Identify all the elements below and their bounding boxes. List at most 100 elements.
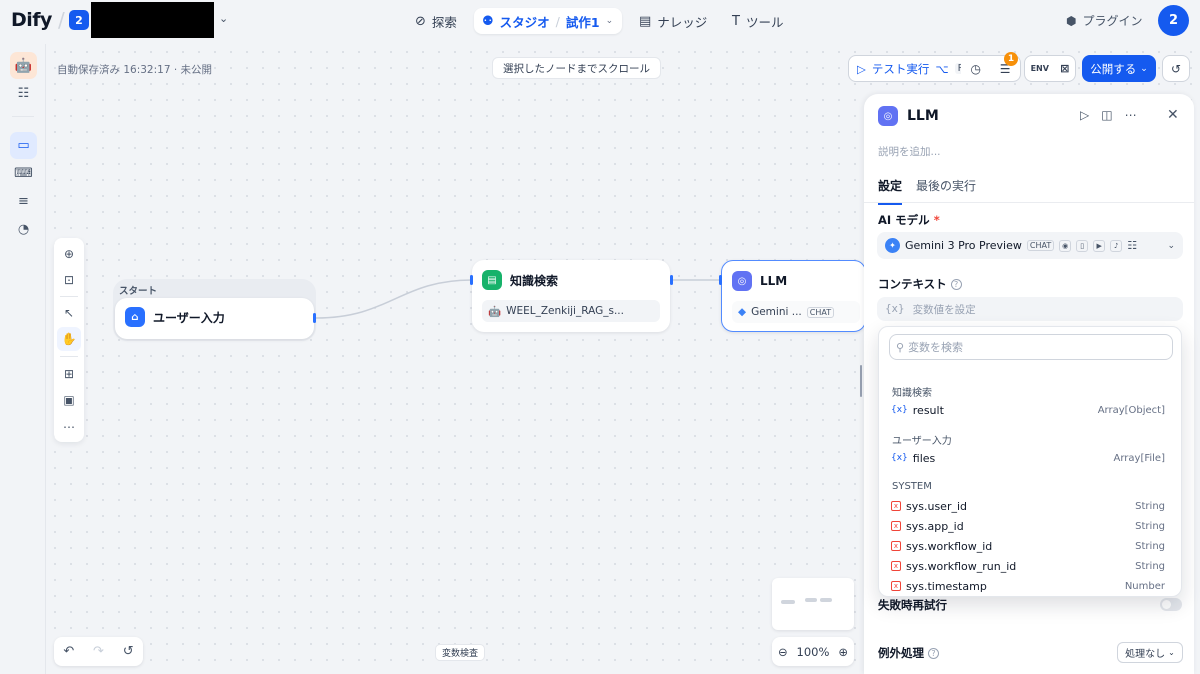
var-group-label: SYSTEM [892, 481, 932, 492]
var-option[interactable]: {x} result Array[Object] [891, 401, 1165, 419]
var-option[interactable]: x sys.timestamp Number [891, 577, 1165, 595]
start-output-handle[interactable] [313, 313, 316, 323]
gemini-icon: ✦ [885, 238, 900, 253]
context-variable-input[interactable]: {x} 変数値を設定 [877, 297, 1183, 321]
llm-node[interactable]: ◎ LLM ◆ Gemini ... CHAT [721, 260, 866, 332]
system-variable-icon: x [891, 561, 901, 571]
context-label-text: コンテキスト [878, 277, 947, 291]
panel-divider [864, 202, 1194, 203]
redo-icon[interactable]: ↷ [93, 644, 104, 659]
exception-value: 処理なし [1125, 649, 1166, 660]
model-name: Gemini 3 Pro Preview [905, 239, 1022, 252]
undo-redo-control: ↶ ↷ ↺ [54, 637, 143, 666]
knowledge-retrieval-node[interactable]: ▤ 知識検索 🤖 WEEL_Zenkiji_RAG_s... [472, 260, 670, 332]
required-mark: * [933, 213, 940, 227]
node-title: ◎ LLM [732, 271, 787, 291]
var-group-label: 知識検索 [892, 388, 932, 399]
zoom-level[interactable]: 100% [797, 645, 830, 659]
context-placeholder: 変数値を設定 [912, 303, 976, 316]
history-icon[interactable]: ↺ [123, 644, 134, 659]
start-node[interactable]: ⌂ ユーザー入力 [115, 298, 314, 339]
dataset-icon: 🤖 [488, 305, 502, 318]
dataset-name: WEEL_Zenkiji_RAG_s... [506, 305, 624, 317]
minimap-node [820, 598, 832, 602]
brain-icon: ◎ [878, 106, 898, 126]
zoom-control: ⊖ 100% ⊕ [772, 637, 854, 666]
model-chip: ◆ Gemini ... CHAT [732, 301, 860, 323]
help-icon[interactable]: ? [928, 647, 939, 659]
var-type: Array[File] [1113, 452, 1165, 464]
chat-chip: CHAT [806, 306, 835, 318]
variable-inspect-button[interactable]: 変数検査 [435, 644, 486, 661]
split-view-icon[interactable]: ◫ [1101, 108, 1112, 122]
help-icon[interactable]: ? [950, 278, 962, 290]
var-option[interactable]: {x} files Array[File] [891, 449, 1165, 467]
edge-start-to-knowledge [315, 279, 473, 319]
var-name: files [912, 451, 936, 465]
var-option[interactable]: x sys.workflow_id String [891, 537, 1165, 555]
retry-toggle[interactable] [1160, 598, 1182, 611]
description-input[interactable]: 説明を追加... [878, 144, 941, 159]
exception-field-label: 例外処理 ? [878, 645, 939, 661]
start-node-title: ユーザー入力 [153, 310, 225, 325]
zoom-out-icon[interactable]: ⊖ [778, 645, 788, 659]
retry-label: 失敗時再試行 [878, 598, 947, 612]
system-variable-icon: x [891, 541, 901, 551]
search-icon: ⚲ [896, 340, 905, 354]
chevron-down-icon: ⌄ [1168, 648, 1175, 657]
model-selector[interactable]: ✦ Gemini 3 Pro Preview CHAT ◉ ▯ ▶ ♪ ☷ ⌄ [877, 232, 1183, 259]
book-icon: ▤ [482, 270, 502, 290]
llm-model-name: Gemini ... [751, 306, 802, 318]
minimap-node [805, 598, 817, 602]
var-name: sys.user_id [906, 499, 967, 513]
minimap-node [781, 600, 795, 604]
system-variable-icon: x [891, 581, 901, 591]
var-name: result [912, 403, 944, 417]
knowledge-node-title: 知識検索 [510, 273, 559, 288]
variable-icon: {x} [891, 453, 908, 463]
variable-picker-dropdown: ⚲ 変数を検索 知識検索 {x} result Array[Object] ユー… [878, 326, 1182, 597]
knowledge-output-handle[interactable] [670, 275, 673, 285]
model-field-label: AI モデル * [878, 212, 940, 228]
tab-last-run[interactable]: 最後の実行 [916, 177, 976, 205]
var-option[interactable]: x sys.app_id String [891, 517, 1165, 535]
model-params-icon[interactable]: ☷ [1127, 239, 1137, 252]
variable-search-input[interactable]: ⚲ 変数を検索 [889, 334, 1173, 360]
node-title: ▤ 知識検索 [482, 270, 558, 290]
start-group-label: スタート [119, 286, 158, 297]
close-icon[interactable]: ✕ [1167, 107, 1179, 123]
var-type: Number [1124, 580, 1165, 592]
panel-tabs: 設定 最後の実行 [878, 177, 976, 205]
knowledge-input-handle[interactable] [470, 275, 473, 285]
variable-search-placeholder: 変数を検索 [908, 341, 964, 354]
var-option[interactable]: x sys.user_id String [891, 497, 1165, 515]
document-icon: ▯ [1076, 239, 1089, 252]
panel-header: ◎ LLM [878, 106, 939, 126]
var-name: sys.workflow_run_id [906, 559, 1017, 573]
minimap[interactable] [772, 578, 854, 630]
undo-icon[interactable]: ↶ [63, 644, 74, 659]
tab-settings[interactable]: 設定 [878, 177, 903, 205]
exception-select[interactable]: 処理なし ⌄ [1117, 642, 1183, 663]
brain-icon: ◎ [732, 271, 752, 291]
exception-label-text: 例外処理 [878, 646, 924, 660]
chevron-down-icon[interactable]: ⌄ [1167, 241, 1175, 251]
llm-input-handle[interactable] [719, 275, 722, 285]
var-name: sys.timestamp [906, 579, 987, 593]
node-title: ⌂ ユーザー入力 [125, 307, 225, 327]
panel-actions: ▷ ◫ ⋯ [1080, 108, 1137, 122]
vision-icon: ◉ [1059, 239, 1072, 252]
var-type: Array[Object] [1097, 404, 1165, 416]
canvas-scroll-indicator[interactable] [860, 365, 862, 397]
panel-title[interactable]: LLM [907, 108, 939, 124]
context-field-label: コンテキスト ? [878, 276, 962, 292]
more-icon[interactable]: ⋯ [1125, 108, 1137, 122]
dataset-chip: 🤖 WEEL_Zenkiji_RAG_s... [482, 300, 660, 322]
run-node-icon[interactable]: ▷ [1080, 108, 1089, 122]
chat-chip: CHAT [1026, 240, 1055, 251]
zoom-in-icon[interactable]: ⊕ [838, 645, 848, 659]
var-name: sys.workflow_id [906, 539, 993, 553]
var-option[interactable]: x sys.workflow_run_id String [891, 557, 1165, 575]
system-variable-icon: x [891, 501, 901, 511]
var-type: String [1135, 560, 1165, 572]
